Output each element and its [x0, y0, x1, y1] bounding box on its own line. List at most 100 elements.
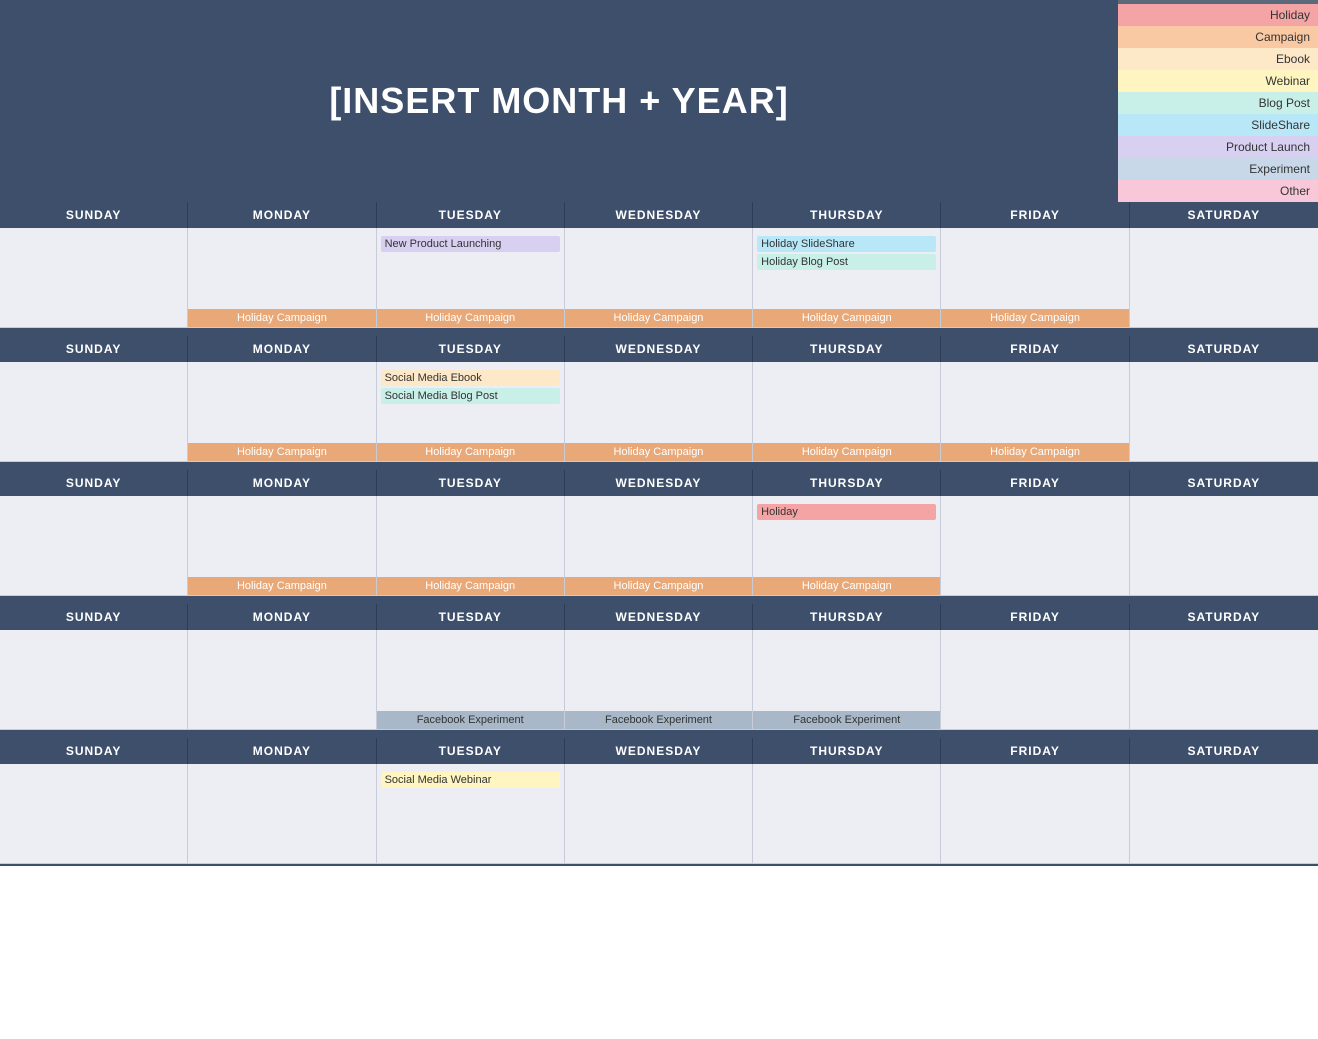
week-5-day-4-events [565, 768, 752, 863]
week-5-day-1 [0, 764, 188, 864]
cell-footer-label: Holiday Campaign [941, 309, 1128, 327]
header-section: [INSERT MONTH + YEAR] Holiday Campaign E… [0, 0, 1318, 202]
week-2-day-5: Holiday Campaign [753, 362, 941, 462]
day-header-thursday-w5: THURSDAY [753, 738, 941, 764]
header-title-area: [INSERT MONTH + YEAR] [0, 0, 1118, 202]
day-header-friday-w5: FRIDAY [941, 738, 1129, 764]
event-tag: New Product Launching [381, 236, 560, 252]
week-4-day-4: Facebook Experiment [565, 630, 753, 730]
week-2-day-6: Holiday Campaign [941, 362, 1129, 462]
cell-footer-label: Holiday Campaign [753, 577, 940, 595]
week-4-day-5: Facebook Experiment [753, 630, 941, 730]
key-panel: Holiday Campaign Ebook Webinar Blog Post… [1118, 0, 1318, 202]
day-header-saturday-w5: SATURDAY [1130, 738, 1318, 764]
week-2-day-5-events [753, 366, 940, 443]
week-5-day-5-events [753, 768, 940, 863]
week-5-day-1-events [0, 768, 187, 863]
cell-footer-label: Holiday Campaign [377, 443, 564, 461]
week-4-day-1-events [0, 634, 187, 729]
week-2-day-7 [1130, 362, 1318, 462]
key-ebook: Ebook [1118, 48, 1318, 70]
week-3-day-5-events: Holiday [753, 500, 940, 577]
week-3-day-3: Holiday Campaign [377, 496, 565, 596]
week-4-day-7-events [1130, 634, 1318, 729]
week-4: SUNDAYMONDAYTUESDAYWEDNESDAYTHURSDAYFRID… [0, 604, 1318, 732]
week-2-day-4: Holiday Campaign [565, 362, 753, 462]
event-tag: Holiday [757, 504, 936, 520]
day-header-wednesday-w4: WEDNESDAY [565, 604, 753, 630]
week-5-day-3: Social Media Webinar [377, 764, 565, 864]
cell-footer-label: Facebook Experiment [377, 711, 564, 729]
week-5-day-6-events [941, 768, 1128, 863]
week-2-day-1-events [0, 366, 187, 461]
week-5-day-5 [753, 764, 941, 864]
key-slideshare: SlideShare [1118, 114, 1318, 136]
key-campaign: Campaign [1118, 26, 1318, 48]
week-2: SUNDAYMONDAYTUESDAYWEDNESDAYTHURSDAYFRID… [0, 336, 1318, 464]
day-header-saturday-w4: SATURDAY [1130, 604, 1318, 630]
week-5-day-3-events: Social Media Webinar [377, 768, 564, 863]
day-header-saturday-w1: SATURDAY [1130, 202, 1318, 228]
day-header-thursday-w1: THURSDAY [753, 202, 941, 228]
event-tag: Social Media Webinar [381, 772, 560, 788]
cell-footer-label: Holiday Campaign [565, 577, 752, 595]
day-header-sunday-w5: SUNDAY [0, 738, 188, 764]
day-header-friday-w2: FRIDAY [941, 336, 1129, 362]
week-4-day-1 [0, 630, 188, 730]
day-header-wednesday-w3: WEDNESDAY [565, 470, 753, 496]
cell-footer-label: Holiday Campaign [565, 443, 752, 461]
week-2-header-row: SUNDAYMONDAYTUESDAYWEDNESDAYTHURSDAYFRID… [0, 336, 1318, 362]
week-4-header-row: SUNDAYMONDAYTUESDAYWEDNESDAYTHURSDAYFRID… [0, 604, 1318, 630]
day-header-tuesday-w5: TUESDAY [377, 738, 565, 764]
cell-footer-label: Holiday Campaign [941, 443, 1128, 461]
calendar-container: SUNDAYMONDAYTUESDAYWEDNESDAYTHURSDAYFRID… [0, 202, 1318, 866]
day-header-thursday-w3: THURSDAY [753, 470, 941, 496]
week-1-day-4-events [565, 232, 752, 309]
day-header-friday-w3: FRIDAY [941, 470, 1129, 496]
key-holiday: Holiday [1118, 4, 1318, 26]
week-5-day-2-events [188, 768, 375, 863]
day-header-tuesday-w2: TUESDAY [377, 336, 565, 362]
week-1-day-2: Holiday Campaign [188, 228, 376, 328]
cell-footer-label: Holiday Campaign [565, 309, 752, 327]
week-3-day-6 [941, 496, 1129, 596]
week-3-day-5: Holiday Holiday Campaign [753, 496, 941, 596]
key-blogpost: Blog Post [1118, 92, 1318, 114]
week-3-day-4-events [565, 500, 752, 577]
week-4-cells-row: Facebook ExperimentFacebook ExperimentFa… [0, 630, 1318, 732]
week-5-day-7-events [1130, 768, 1318, 863]
page-container: [INSERT MONTH + YEAR] Holiday Campaign E… [0, 0, 1318, 866]
day-header-tuesday-w4: TUESDAY [377, 604, 565, 630]
week-1: SUNDAYMONDAYTUESDAYWEDNESDAYTHURSDAYFRID… [0, 202, 1318, 330]
week-1-cells-row: Holiday Campaign New Product Launching Hol… [0, 228, 1318, 330]
week-1-day-1-events [0, 232, 187, 327]
day-header-wednesday-w2: WEDNESDAY [565, 336, 753, 362]
week-2-day-2-events [188, 366, 375, 443]
week-5-cells-row: Social Media Webinar [0, 764, 1318, 866]
day-header-monday-w3: MONDAY [188, 470, 376, 496]
week-5-day-6 [941, 764, 1129, 864]
week-4-day-3-events [377, 634, 564, 711]
day-header-wednesday-w1: WEDNESDAY [565, 202, 753, 228]
week-1-day-6: Holiday Campaign [941, 228, 1129, 328]
week-3-day-2: Holiday Campaign [188, 496, 376, 596]
key-webinar: Webinar [1118, 70, 1318, 92]
day-header-sunday-w1: SUNDAY [0, 202, 188, 228]
cell-footer-label: Facebook Experiment [565, 711, 752, 729]
cell-footer-label: Holiday Campaign [377, 577, 564, 595]
week-4-day-6 [941, 630, 1129, 730]
day-header-tuesday-w1: TUESDAY [377, 202, 565, 228]
week-1-day-7-events [1130, 232, 1318, 327]
cell-footer-label: Holiday Campaign [377, 309, 564, 327]
week-3-day-3-events [377, 500, 564, 577]
week-2-day-1 [0, 362, 188, 462]
week-2-cells-row: Holiday CampaignSocial Media EbookSocial… [0, 362, 1318, 464]
cell-footer-label: Holiday Campaign [188, 309, 375, 327]
week-1-day-3: New Product Launching Holiday Campaign [377, 228, 565, 328]
week-4-day-7 [1130, 630, 1318, 730]
week-5-day-7 [1130, 764, 1318, 864]
cell-footer-label: Holiday Campaign [188, 443, 375, 461]
day-header-sunday-w3: SUNDAY [0, 470, 188, 496]
week-2-day-3: Social Media EbookSocial Media Blog Post… [377, 362, 565, 462]
week-1-day-2-events [188, 232, 375, 309]
